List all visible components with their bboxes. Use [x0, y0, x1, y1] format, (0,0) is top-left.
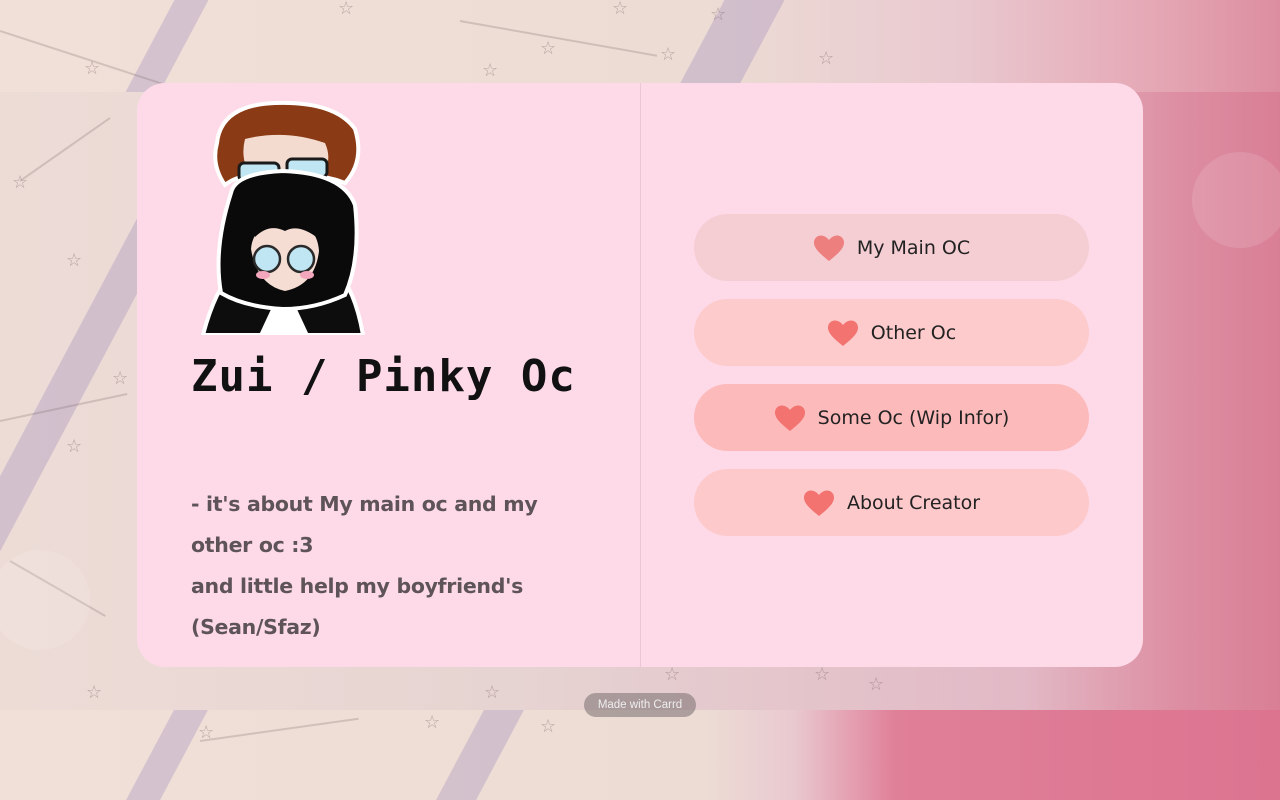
links-column: My Main OC Other Oc Some Oc (Wip Infor) …	[641, 83, 1143, 667]
background-bubble	[1192, 152, 1280, 248]
button-label: About Creator	[846, 491, 981, 514]
profile-description: - it's about My main oc and my other oc …	[191, 484, 601, 648]
made-with-carrd-badge[interactable]: Made with Carrd	[584, 693, 696, 717]
star-icon: ☆	[66, 250, 83, 271]
star-icon: ☆	[868, 674, 885, 695]
star-icon: ☆	[814, 664, 831, 685]
star-icon: ☆	[424, 712, 441, 733]
star-icon: ☆	[540, 38, 557, 59]
star-icon: ☆	[112, 368, 129, 389]
star-icon: ☆	[710, 4, 727, 25]
star-icon: ☆	[612, 0, 629, 19]
star-icon: ☆	[540, 716, 557, 737]
star-icon: ☆	[86, 682, 103, 703]
star-icon: ☆	[198, 722, 215, 743]
page-title: Zui / Pinky Oc	[191, 351, 576, 402]
star-icon: ☆	[12, 172, 29, 193]
button-label: Some Oc (Wip Infor)	[817, 406, 1010, 429]
button-label: Other Oc	[870, 321, 957, 344]
about-creator-button[interactable]: About Creator	[694, 469, 1089, 536]
profile-card: Zui / Pinky Oc - it's about My main oc a…	[137, 83, 1143, 667]
star-icon: ☆	[84, 58, 101, 79]
description-line: and little help my boyfriend's (Sean/Sfa…	[191, 574, 523, 639]
button-label: My Main OC	[856, 236, 971, 259]
description-line: - it's about My main oc and my other oc …	[191, 492, 538, 557]
heart-icon	[774, 405, 805, 431]
some-oc-button[interactable]: Some Oc (Wip Infor)	[694, 384, 1089, 451]
star-icon: ☆	[66, 436, 83, 457]
star-icon: ☆	[664, 664, 681, 685]
star-icon: ☆	[660, 44, 677, 65]
star-icon: ☆	[818, 48, 835, 69]
profile-column: Zui / Pinky Oc - it's about My main oc a…	[137, 83, 640, 667]
avatar	[200, 100, 366, 335]
star-icon: ☆	[484, 682, 501, 703]
my-main-oc-button[interactable]: My Main OC	[694, 214, 1089, 281]
star-icon: ☆	[338, 0, 355, 19]
other-oc-button[interactable]: Other Oc	[694, 299, 1089, 366]
heart-icon	[827, 320, 858, 346]
heart-icon	[803, 490, 834, 516]
heart-icon	[813, 235, 844, 261]
star-icon: ☆	[482, 60, 499, 81]
